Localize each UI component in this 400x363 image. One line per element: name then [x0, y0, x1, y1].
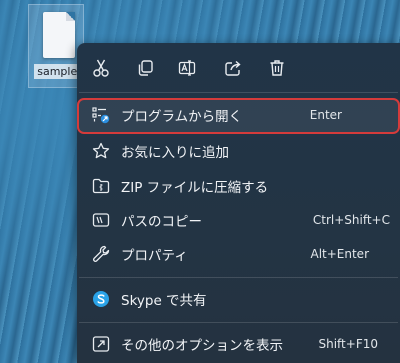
- share-button[interactable]: [219, 55, 247, 81]
- open-with-icon: [91, 105, 111, 125]
- menu-item-label: その他のオプションを表示: [121, 338, 283, 354]
- star-icon: [91, 141, 111, 161]
- share-icon: [225, 60, 241, 76]
- menu-separator: [79, 92, 398, 93]
- cut-button[interactable]: [87, 55, 115, 81]
- menu-item-skype-share[interactable]: Skype で共有: [77, 282, 400, 316]
- menu-item-shortcut: Enter: [309, 108, 342, 122]
- context-menu-toolbar: [77, 43, 400, 91]
- rename-button[interactable]: [173, 55, 201, 81]
- menu-item-open-with[interactable]: プログラムから開く Enter: [77, 98, 400, 134]
- menu-item-add-favorites[interactable]: お気に入りに追加: [77, 134, 400, 168]
- menu-item-copy-path[interactable]: パスのコピー Ctrl+Shift+C: [77, 203, 400, 237]
- file-icon: [43, 12, 75, 58]
- copy-icon: [138, 60, 153, 76]
- skype-icon: [91, 289, 111, 309]
- menu-item-label: プロパティ: [121, 248, 188, 264]
- copy-path-icon: [91, 210, 111, 230]
- copy-button[interactable]: [131, 55, 159, 81]
- zip-folder-icon: [91, 176, 111, 196]
- delete-button[interactable]: [263, 55, 291, 81]
- menu-item-label: パスのコピー: [121, 214, 202, 230]
- menu-item-label: Skype で共有: [121, 293, 207, 309]
- more-options-icon: [91, 334, 111, 354]
- menu-item-compress-zip[interactable]: ZIP ファイルに圧縮する: [77, 169, 400, 203]
- menu-item-shortcut: Ctrl+Shift+C: [312, 213, 390, 227]
- menu-item-label: ZIP ファイルに圧縮する: [121, 180, 269, 196]
- menu-item-label: お気に入りに追加: [121, 145, 229, 161]
- menu-item-label: プログラムから開く: [121, 109, 243, 125]
- context-menu: プログラムから開く Enter お気に入りに追加 ZIP ファイルに圧縮する パ…: [77, 43, 400, 363]
- menu-separator: [79, 277, 398, 278]
- menu-item-shortcut: Alt+Enter: [310, 247, 369, 261]
- wrench-icon: [91, 244, 111, 264]
- menu-separator: [79, 322, 398, 323]
- menu-item-shortcut: Shift+F10: [318, 337, 378, 351]
- menu-item-show-more-options[interactable]: その他のオプションを表示 Shift+F10: [77, 327, 400, 361]
- rename-icon: [178, 60, 196, 76]
- menu-item-properties[interactable]: プロパティ Alt+Enter: [77, 237, 400, 271]
- scissors-icon: [93, 59, 109, 77]
- trash-icon: [270, 60, 284, 76]
